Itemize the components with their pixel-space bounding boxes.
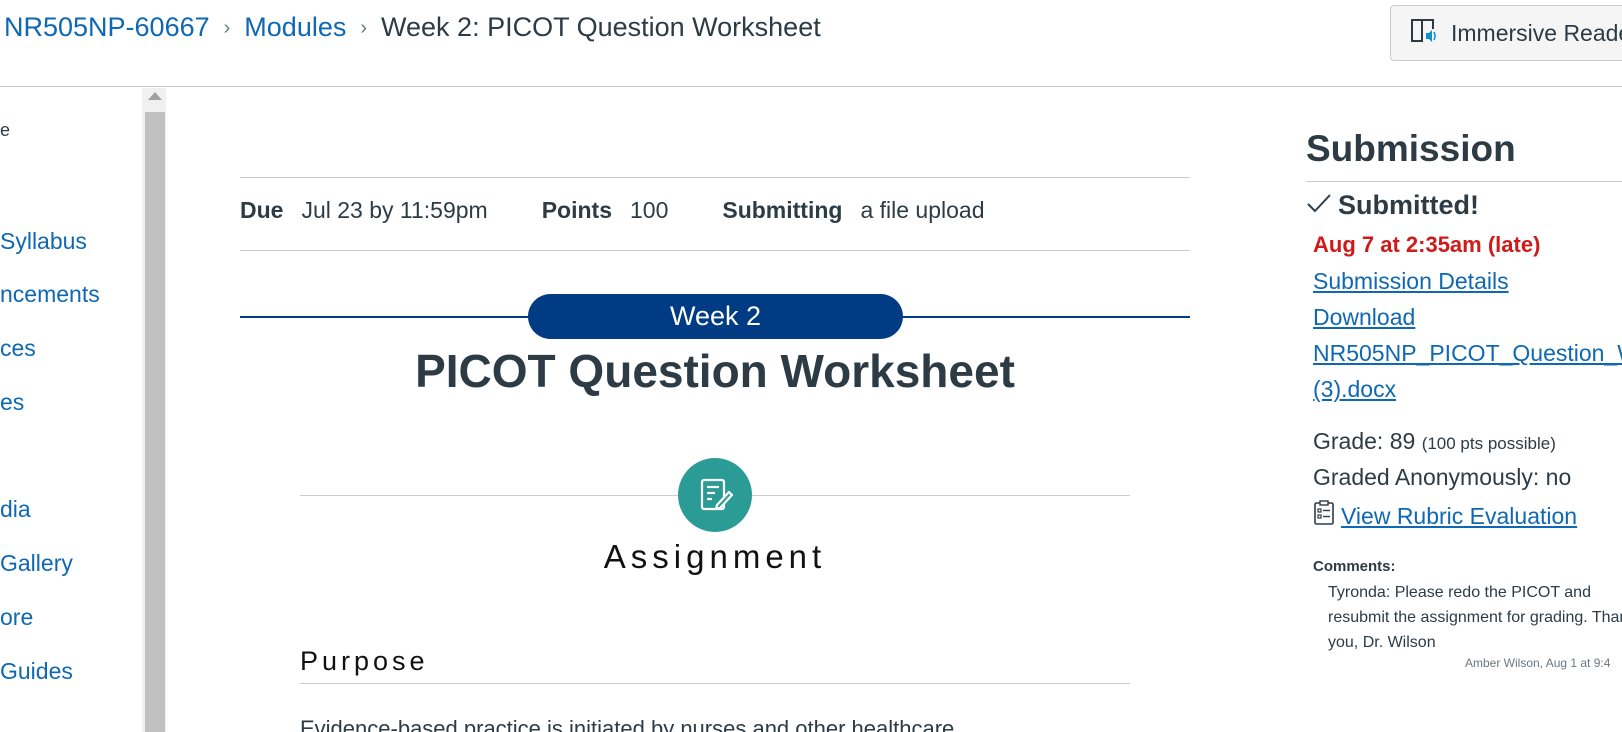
submitting-label: Submitting bbox=[722, 197, 843, 223]
details-top-rule bbox=[240, 177, 1190, 178]
submission-title: Submission bbox=[1306, 128, 1516, 169]
immersive-reader-button[interactable]: Immersive Reader bbox=[1390, 5, 1622, 61]
points-value: 100 bbox=[629, 197, 669, 223]
submitted-file-link-continued[interactable]: (3).docx bbox=[1313, 376, 1396, 403]
submission-status: Submitted! bbox=[1306, 190, 1479, 221]
due-label: Due bbox=[240, 197, 284, 223]
submission-details-link[interactable]: Submission Details bbox=[1313, 268, 1509, 295]
nav-item-resources[interactable]: ces bbox=[0, 335, 36, 362]
purpose-heading: Purpose bbox=[300, 646, 429, 676]
course-navigation: e Syllabus ncements ces es dia Gallery o… bbox=[0, 88, 140, 732]
purpose-body-text: Evidence-based practice is initiated by … bbox=[300, 716, 955, 732]
rubric-icon bbox=[1313, 500, 1341, 532]
scroll-up-arrow-icon[interactable] bbox=[148, 92, 162, 100]
assignment-edit-icon bbox=[678, 458, 752, 532]
comment-author-date: Amber Wilson, Aug 1 at 9:4 bbox=[1465, 656, 1611, 670]
immersive-reader-icon bbox=[1409, 15, 1451, 51]
nav-item-gallery[interactable]: Gallery bbox=[0, 550, 73, 577]
page-title: PICOT Question Worksheet bbox=[415, 345, 1015, 397]
comments-label: Comments: bbox=[1313, 558, 1396, 575]
comment-line: Tyronda: Please redo the PICOT and bbox=[1328, 584, 1591, 601]
view-rubric-label: View Rubric Evaluation bbox=[1341, 502, 1578, 529]
graded-anonymously: Graded Anonymously: no bbox=[1313, 464, 1572, 490]
grade-value: Grade: 89 bbox=[1313, 428, 1416, 454]
nav-partial-text: e bbox=[0, 120, 11, 140]
details-bottom-rule bbox=[240, 250, 1190, 251]
breadcrumb-modules[interactable]: Modules bbox=[244, 12, 346, 43]
breadcrumb-separator: › bbox=[223, 17, 231, 39]
assignment-details: Due Jul 23 by 11:59pm Points 100 Submitt… bbox=[240, 197, 1039, 224]
submission-date-late: Aug 7 at 2:35am (late) bbox=[1313, 232, 1541, 257]
nav-item-modules[interactable]: es bbox=[0, 389, 24, 416]
nav-item-announcements[interactable]: ncements bbox=[0, 281, 100, 308]
comment-body: Tyronda: Please redo the PICOT and resub… bbox=[1328, 580, 1622, 655]
assignment-heading: Assignment bbox=[603, 538, 827, 575]
download-link[interactable]: Download bbox=[1313, 304, 1415, 331]
week-badge: Week 2 bbox=[528, 294, 903, 339]
immersive-reader-label: Immersive Reader bbox=[1451, 19, 1622, 46]
breadcrumb-course[interactable]: NR505NP-60667 bbox=[4, 12, 210, 43]
grade: Grade: 89 (100 pts possible) bbox=[1313, 428, 1556, 455]
nav-item-media[interactable]: dia bbox=[0, 496, 31, 523]
submitted-file-link[interactable]: NR505NP_PICOT_Question_W bbox=[1313, 340, 1622, 367]
nav-item-store[interactable]: ore bbox=[0, 604, 33, 631]
nav-scrollbar-thumb[interactable] bbox=[145, 112, 165, 732]
points-label: Points bbox=[541, 197, 612, 223]
submitting-value: a file upload bbox=[860, 197, 985, 223]
due-value: Jul 23 by 11:59pm bbox=[301, 197, 488, 223]
submission-status-label: Submitted! bbox=[1338, 190, 1479, 220]
breadcrumb-separator: › bbox=[360, 17, 368, 39]
grade-possible: (100 pts possible) bbox=[1421, 434, 1556, 453]
checkmark-icon bbox=[1306, 190, 1338, 221]
breadcrumb: NR505NP-60667 › Modules › Week 2: PICOT … bbox=[4, 12, 821, 43]
comment-line: resubmit the assignment for grading. Tha… bbox=[1328, 609, 1622, 626]
breadcrumb-current: Week 2: PICOT Question Worksheet bbox=[381, 12, 821, 42]
submission-rule bbox=[1306, 181, 1622, 182]
view-rubric-link[interactable]: View Rubric Evaluation bbox=[1313, 500, 1577, 532]
nav-item-guides[interactable]: Guides bbox=[0, 658, 73, 685]
page-header: NR505NP-60667 › Modules › Week 2: PICOT … bbox=[0, 0, 1622, 87]
nav-item-syllabus[interactable]: Syllabus bbox=[0, 228, 87, 255]
purpose-divider-line bbox=[300, 683, 1130, 684]
comment-line: you, Dr. Wilson bbox=[1328, 634, 1436, 651]
